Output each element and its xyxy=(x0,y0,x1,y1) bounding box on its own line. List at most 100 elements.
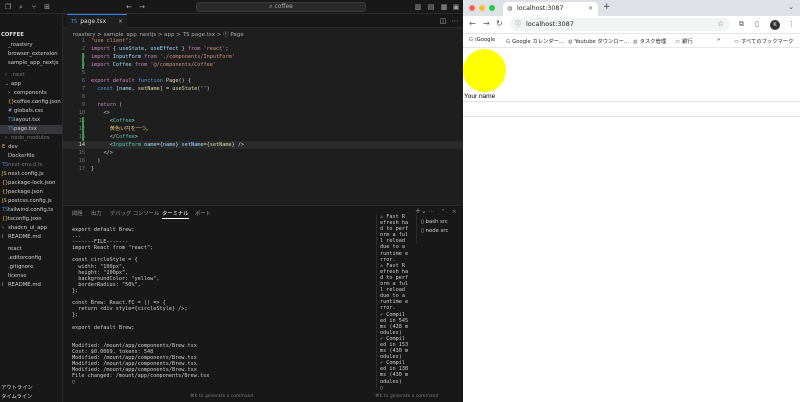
tree-item[interactable]: TSpage.tsx xyxy=(0,125,62,134)
tree-item[interactable]: › .next xyxy=(0,71,62,80)
forward-button[interactable]: → xyxy=(483,19,490,28)
code-line[interactable]: 17} xyxy=(63,165,463,173)
tree-item[interactable]: ⌄ app xyxy=(0,80,62,89)
browser-tab[interactable]: ◍ localhost:3087 × xyxy=(503,2,598,16)
tab-debug-console[interactable]: デバッグ コンソール xyxy=(110,209,159,217)
bookmark-task-management[interactable]: ◍ タスク管理 xyxy=(633,37,666,45)
source-control-icon[interactable]: ⑂ xyxy=(30,3,38,11)
tree-item[interactable]: .gitignore xyxy=(0,263,62,272)
tree-item[interactable]: sample_app_nextjs xyxy=(0,59,62,68)
bookmark-star-icon[interactable]: ☆ xyxy=(718,18,724,31)
tab-page-tsx[interactable]: TS page.tsx × xyxy=(67,14,127,28)
code-line[interactable]: 12 黄色い円を一つ。 xyxy=(63,125,463,133)
tree-item[interactable]: › node_modules xyxy=(0,134,62,143)
tab-output[interactable]: 出力 xyxy=(91,209,102,217)
all-bookmarks-folder[interactable]: ▭ すべてのブックマーク xyxy=(734,37,793,45)
bookmark-igoogle[interactable]: GiGoogle xyxy=(469,37,495,43)
tree-item-label: browser_extension xyxy=(8,51,58,57)
tree-item[interactable]: browser_extension xyxy=(0,50,62,59)
tree-item[interactable]: › shadcn_ui_app xyxy=(0,224,62,233)
name-input[interactable] xyxy=(463,101,800,117)
outline-section[interactable]: アウトライン xyxy=(0,384,62,393)
bookmark-youtube-download[interactable]: ◍ Youtube ダウンロー... xyxy=(568,37,629,45)
tree-item[interactable]: {}tsconfig.json xyxy=(0,215,62,224)
tree-item[interactable]: i README.md xyxy=(0,233,62,242)
bookmark-google-calendar[interactable]: G Google カレンダー... xyxy=(506,37,564,45)
new-tab-button[interactable]: + xyxy=(603,2,611,12)
tree-item[interactable]: react xyxy=(0,245,62,254)
search-icon[interactable]: ⌕ xyxy=(17,3,25,11)
code-line[interactable]: 3 import InputForm from './components/Inp… xyxy=(63,53,463,61)
layout-sidebar-icon[interactable]: ▥ xyxy=(414,3,422,11)
tree-item[interactable]: _roastery xyxy=(0,41,62,50)
close-tab-icon[interactable]: × xyxy=(588,2,593,16)
reload-button[interactable]: ↻ xyxy=(496,19,503,28)
code-line[interactable]: 1 "use client"; xyxy=(63,37,463,45)
tree-item-label: tailwind.config.ts xyxy=(8,207,54,213)
tree-item[interactable]: i README.md xyxy=(0,281,62,290)
timeline-section[interactable]: タイムライン xyxy=(0,393,62,402)
tab-ports[interactable]: ポート xyxy=(195,209,211,217)
code-editor[interactable]: 1 "use client"; 2 import { useState, useEff… xyxy=(63,37,463,203)
code-line[interactable]: 10 <> xyxy=(63,109,463,117)
minimize-window-button[interactable] xyxy=(479,5,485,11)
tree-item[interactable]: JSpostcss.config.js xyxy=(0,197,62,206)
maximize-window-button[interactable] xyxy=(489,5,495,11)
code-line[interactable]: 13 </Coffee> xyxy=(63,133,463,141)
code-line[interactable]: 16 ) xyxy=(63,157,463,165)
split-editor-icon[interactable]: ◫ xyxy=(439,17,447,25)
code-line[interactable]: 8 xyxy=(63,93,463,101)
tree-item[interactable]: {}coffee.config.json xyxy=(0,98,62,107)
file-type-icon: {} xyxy=(8,99,15,105)
layout-customize-icon[interactable]: ▣ xyxy=(452,3,460,11)
code-line[interactable]: 4 import Coffee from '@/components/Coffee… xyxy=(63,61,463,69)
tab-terminal[interactable]: ターミナル xyxy=(162,209,189,219)
explorer-root[interactable]: COFFEE xyxy=(0,31,62,40)
terminal-output[interactable]: export default Brew; ... -------FILE----… xyxy=(72,227,372,397)
tree-item[interactable]: › components xyxy=(0,89,62,98)
tree-item[interactable]: license xyxy=(0,272,62,281)
extensions-icon[interactable]: ⊞ xyxy=(43,3,51,11)
layout-secondary-icon[interactable]: ▦ xyxy=(440,3,448,11)
extensions-icon[interactable]: ⧉ xyxy=(739,20,744,29)
site-info-icon[interactable]: ⓘ xyxy=(515,18,521,31)
profile-avatar[interactable]: K xyxy=(770,20,780,30)
command-center-search[interactable]: ⌕ coffee xyxy=(196,2,366,12)
address-bar[interactable]: ⓘ localhost:3087 ☆ xyxy=(510,18,730,31)
code-line[interactable]: 15 </> xyxy=(63,149,463,157)
more-actions-icon[interactable]: ⋯ xyxy=(451,17,459,25)
code-line[interactable]: 11 <Coffee> xyxy=(63,117,463,125)
tree-item[interactable]: Dockerfile xyxy=(0,152,62,161)
side-panel-icon[interactable]: ▯ xyxy=(755,20,759,28)
code-line[interactable]: 14 <InputForm name={name} setName={setNa… xyxy=(63,141,463,149)
back-button[interactable]: ← xyxy=(469,19,476,28)
tree-item[interactable]: {}package-lock.json xyxy=(0,179,62,188)
code-line[interactable]: 7 const [name, setName] = useState('') xyxy=(63,85,463,93)
menu-icon[interactable]: ⋮ xyxy=(788,20,795,28)
terminal-output-secondary[interactable]: ⚠ Fast R efresh ha d to perf orm a ful l… xyxy=(376,214,414,391)
code-line[interactable]: 6 export default function Page() { xyxy=(63,77,463,85)
tree-item[interactable]: TSlayout.tsx xyxy=(0,116,62,125)
tree-item[interactable]: # globals.css xyxy=(0,107,62,116)
tree-item[interactable]: .editorconfig xyxy=(0,254,62,263)
code-line[interactable]: 9 return ( xyxy=(63,101,463,109)
back-arrow-icon[interactable]: ← xyxy=(125,3,133,11)
bookmark-bank[interactable]: ▭ 銀行 xyxy=(675,37,693,45)
tree-item[interactable]: TSnext-env.d.ts xyxy=(0,161,62,170)
more-bookmarks-icon[interactable]: » xyxy=(717,37,720,43)
close-icon[interactable]: × xyxy=(118,15,123,28)
tree-item[interactable]: JSnext.config.js xyxy=(0,170,62,179)
terminal-item-node[interactable]: ▯ node src xyxy=(421,228,448,234)
tree-item[interactable]: Edev xyxy=(0,143,62,152)
code-line[interactable]: 2 import { useState, useEffect } from 're… xyxy=(63,45,463,53)
forward-arrow-icon[interactable]: → xyxy=(138,3,146,11)
terminal-item-bash[interactable]: ▯ bash src xyxy=(421,219,448,225)
tab-problems[interactable]: 問題 xyxy=(72,209,83,217)
files-icon[interactable]: ❐ xyxy=(4,3,12,11)
tab-search-icon[interactable]: ⌄ xyxy=(788,3,794,11)
tree-item[interactable]: TStailwind.config.ts xyxy=(0,206,62,215)
layout-panel-icon[interactable]: ▤ xyxy=(427,3,435,11)
code-line[interactable]: 5 xyxy=(63,69,463,77)
close-window-button[interactable] xyxy=(469,5,475,11)
tree-item[interactable]: {}package.json xyxy=(0,188,62,197)
